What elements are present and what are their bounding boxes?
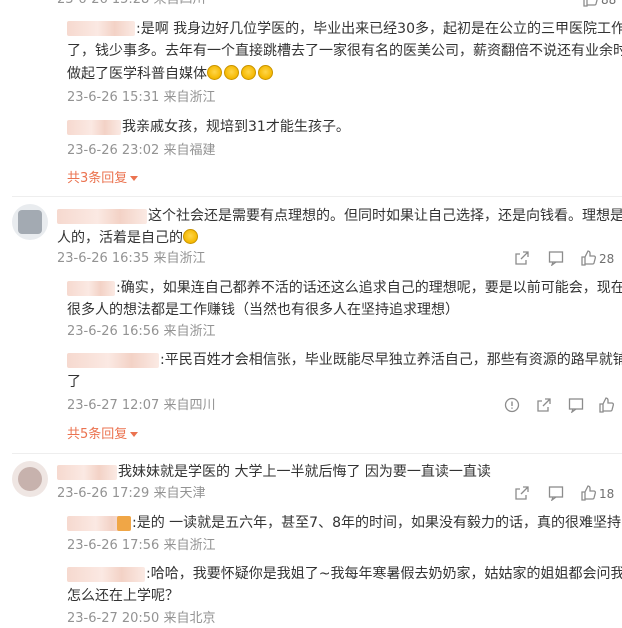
laughing-emoji-icon <box>224 65 239 80</box>
share-icon[interactable] <box>536 397 552 413</box>
username-blurred[interactable] <box>67 567 145 582</box>
like-count: 18 <box>599 487 615 501</box>
laughing-emoji-icon <box>241 65 256 80</box>
comment-text-line: 人的，活着是自己的 <box>57 227 200 249</box>
reply-text-line: 做起了医学科普自媒体 <box>67 63 275 85</box>
reply-text: 我亲戚女孩，规培到31才能生孩子。 <box>122 119 350 135</box>
reply-meta: 23-6-26 23:02 来自福建 <box>67 143 216 158</box>
comment-meta: 23-6-26 17:29 来自天津 <box>57 486 206 501</box>
laughing-emoji-icon <box>207 65 222 80</box>
comment-icon[interactable] <box>548 485 564 501</box>
reply-meta: 23-6-27 20:50 来自北京 <box>67 611 216 626</box>
like-count: 88 <box>601 0 617 7</box>
reply-text-line: 很多人的想法都是工作赚钱（当然也有很多人在坚持追求理想） <box>67 302 459 318</box>
divider <box>12 453 622 454</box>
reply-meta: 23-6-26 17:56 来自浙江 <box>67 538 216 553</box>
reply-meta: 23-6-27 12:07 来自四川 <box>67 398 216 413</box>
comment-meta: 23-6-26 15:28 来自四川 <box>57 0 205 9</box>
username-blurred[interactable] <box>57 465 117 480</box>
share-icon[interactable] <box>514 250 530 266</box>
comment-text: 我妹妹就是学医的 大学上一半就后悔了 因为要一直读一直读 <box>118 464 491 480</box>
thumbs-up-icon[interactable] <box>598 397 614 413</box>
username-blurred[interactable] <box>67 120 121 135</box>
reply-meta: 23-6-26 15:31 来自浙江 <box>67 90 216 105</box>
share-icon[interactable] <box>514 485 530 501</box>
username-blurred[interactable] <box>67 21 135 36</box>
report-icon[interactable] <box>504 397 520 413</box>
username-blurred[interactable] <box>67 281 115 296</box>
divider <box>12 196 622 197</box>
laughing-emoji-icon <box>258 65 273 80</box>
reply-text-line: :哈哈，我要怀疑你是我姐了~我每年寒暑假去奶奶家，姑姑家的姐姐都会问我， <box>146 566 622 582</box>
thumbs-up-icon[interactable] <box>582 0 598 7</box>
reply-text-line: 了，钱少事多。去年有一个直接跳槽去了一家很有名的医美公司，薪资翻倍不说还有业余时… <box>67 43 622 59</box>
comment-icon[interactable] <box>548 250 564 266</box>
avatar[interactable] <box>12 461 48 497</box>
username-blurred[interactable] <box>57 209 147 224</box>
reply-meta: 23-6-26 16:56 来自浙江 <box>67 324 216 339</box>
like-count: 28 <box>599 252 615 266</box>
reply-text-line: :平民百姓才会相信张，毕业既能尽早独立养活自己，那些有资源的路早就铺好 <box>160 352 622 368</box>
more-replies-link[interactable]: 共5条回复 <box>67 426 139 444</box>
comment-icon[interactable] <box>568 397 584 413</box>
more-replies-link[interactable]: 共3条回复 <box>67 170 139 188</box>
reply-text-line: 怎么还在上学呢？ <box>67 588 179 604</box>
comment-text-line: 这个社会还是需要有点理想的。但同时如果让自己选择，还是向钱看。理想是别 <box>148 208 622 224</box>
avatar[interactable] <box>12 204 48 240</box>
thumbs-up-icon[interactable] <box>580 250 596 266</box>
reply-text-line: :确实，如果连自己都养不活的话还这么追求自己的理想呢，要是以前可能会，现在 <box>116 280 622 296</box>
reply-text: :是的 一读就是五六年，甚至7、8年的时间，如果没有毅力的话，真的很难坚持 <box>132 515 621 531</box>
laughing-emoji-icon <box>183 229 198 244</box>
reply-text-line: 了 <box>67 374 81 390</box>
thumbs-up-icon[interactable] <box>580 485 596 501</box>
username-blurred[interactable] <box>67 353 159 368</box>
username-blurred[interactable] <box>67 516 131 531</box>
reply-text-line: :是啊 我身边好几位学医的，毕业出来已经30多，起初是在公立的三甲医院工作 <box>136 21 622 37</box>
comment-meta: 23-6-26 16:35 来自浙江 <box>57 251 206 266</box>
